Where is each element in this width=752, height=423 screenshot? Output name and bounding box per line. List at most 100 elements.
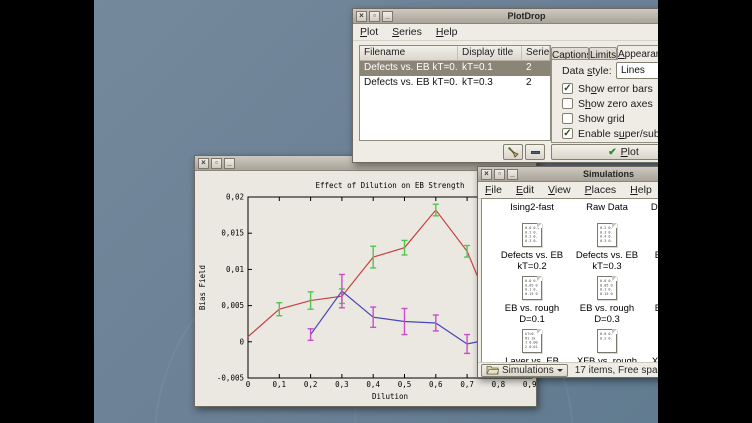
column-header-2[interactable]: Series bbox=[522, 46, 550, 60]
status-bar: Simulations 17 items, Free space: 4.2 GB bbox=[478, 362, 658, 377]
remove-file-button[interactable] bbox=[525, 144, 545, 160]
file-item-defects-vs-eb-kt-0-3[interactable]: 0.2 0. 0.3 0. 0.4 0. 0.3 0. Defects vs. E… bbox=[570, 223, 644, 272]
file-list[interactable]: FilenameDisplay titleSeriesDefects vs. E… bbox=[359, 45, 551, 141]
series-cell: 2 bbox=[522, 61, 550, 76]
plotdrop-menu-series[interactable]: Series bbox=[385, 25, 429, 39]
plotdrop-window: × ▫ _ PlotDrop PlotSeriesHelp FilenameDi… bbox=[352, 8, 658, 163]
checkbox-show-zero-axes[interactable]: Show zero axes bbox=[562, 97, 653, 110]
location-button[interactable]: Simulations bbox=[481, 364, 568, 377]
file-item-xfb-vs-rough[interactable]: 0.0 0. 0.2 0.XFB vs. rough bbox=[570, 329, 644, 363]
svg-text:0,02: 0,02 bbox=[226, 193, 244, 202]
data-style-select[interactable]: Lines bbox=[616, 62, 658, 79]
checkbox-checked-icon[interactable]: ✓ bbox=[562, 128, 573, 139]
svg-text:0,01: 0,01 bbox=[226, 265, 244, 274]
column-header-1[interactable]: Display title bbox=[458, 46, 522, 60]
file-item-label: Defects vs. EBkT=0.2 bbox=[495, 250, 569, 272]
svg-text:0,1: 0,1 bbox=[273, 380, 287, 389]
close-icon[interactable]: × bbox=[198, 158, 209, 169]
column-header-0[interactable]: Filename bbox=[360, 46, 458, 60]
simulations-menu-edit[interactable]: Edit bbox=[509, 183, 541, 197]
file-list-row[interactable]: Defects vs. EB kT=0.3kT=0.32 bbox=[360, 76, 550, 91]
simulations-menu-file[interactable]: File bbox=[478, 183, 509, 197]
display-title-cell: kT=0.3 bbox=[458, 76, 522, 91]
file-item-eb-vs-rough-d-0-6[interactable]: 0.0 0. 0.05 0 0.1 0. 0.15 0EB vs. roughD… bbox=[645, 276, 658, 325]
data-style-label: Data style: bbox=[562, 65, 612, 77]
plotdrop-menu-help[interactable]: Help bbox=[429, 25, 465, 39]
desktop: × ▫ _ Effect of Dilution on EB Strength D… bbox=[94, 0, 658, 423]
file-item-defects-vs-eb-kt-0-1[interactable]: Defects vs. EBkT=0.1 bbox=[645, 202, 658, 224]
svg-text:Effect of Dilution on EB Stren: Effect of Dilution on EB Strength bbox=[315, 181, 464, 190]
simulations-window: × ▫ _ Simulations FileEditViewPlacesHelp… bbox=[477, 166, 658, 378]
data-file-icon: kT=0. #1 1k 1 0.00 2 0.01 bbox=[522, 329, 542, 353]
simulations-menu-help[interactable]: Help bbox=[623, 183, 658, 197]
data-file-icon: 0.0 0. 0.05 0 0.1 0. 0.15 0 bbox=[522, 276, 542, 300]
close-icon[interactable]: × bbox=[481, 169, 492, 180]
file-item-ising2-fast[interactable]: Ising2-fast bbox=[495, 202, 569, 213]
series-cell: 2 bbox=[522, 76, 550, 91]
checkbox-unchecked-icon[interactable] bbox=[562, 113, 573, 124]
svg-text:0: 0 bbox=[239, 337, 244, 346]
svg-text:Bias Field: Bias Field bbox=[198, 265, 207, 310]
svg-text:Dilution: Dilution bbox=[372, 392, 408, 401]
checkbox-label: Enable super/subscripts bbox=[578, 128, 658, 140]
file-item-eb-vs-rough-d-0-1[interactable]: 0.0 0. 0.05 0 0.1 0. 0.15 0EB vs. roughD… bbox=[495, 276, 569, 325]
file-item-eb-vs-rough-d-0-3[interactable]: 0.0 0. 0.05 0 0.1 0. 0.15 0EB vs. roughD… bbox=[570, 276, 644, 325]
file-list-row[interactable]: Defects vs. EB kT=0.1kT=0.12 bbox=[360, 61, 550, 76]
file-item-label: EB vs. roughD=0.6 bbox=[645, 303, 658, 325]
minimize-icon[interactable]: _ bbox=[382, 11, 393, 22]
checkbox-unchecked-icon[interactable] bbox=[562, 98, 573, 109]
data-file-preview-text: 0.0 0. 0.05 0 0.1 0. 0.15 0 bbox=[525, 279, 543, 296]
simulations-menu-view[interactable]: View bbox=[541, 183, 578, 197]
file-item-label: Defects vs. EBkT=0.3 bbox=[570, 250, 644, 272]
svg-text:0,005: 0,005 bbox=[221, 301, 244, 310]
file-item-xfb-vs-rough[interactable]: 0.0 0. 0.05 0 0.1 0. 0.15 0XFB vs. rough bbox=[645, 329, 658, 363]
file-icon-view[interactable]: Ising2-fastRaw DataDefects vs. EBkT=0.10… bbox=[481, 198, 658, 363]
checkbox-checked-icon[interactable]: ✓ bbox=[562, 83, 573, 94]
data-file-icon: 0.0 0. 0.05 0 0.1 0. 0.15 0 bbox=[597, 276, 617, 300]
maximize-icon[interactable]: ▫ bbox=[494, 169, 505, 180]
svg-text:0,9: 0,9 bbox=[523, 380, 536, 389]
simulations-titlebar[interactable]: × ▫ _ Simulations bbox=[478, 167, 658, 182]
file-item-label: Ising2-fast bbox=[495, 202, 569, 213]
simulations-menu-places[interactable]: Places bbox=[578, 183, 624, 197]
minus-icon bbox=[531, 151, 540, 154]
data-file-preview-text: 0.0 0. 0.2 0. bbox=[600, 332, 618, 341]
maximize-icon[interactable]: ▫ bbox=[369, 11, 380, 22]
maximize-icon[interactable]: ▫ bbox=[211, 158, 222, 169]
svg-text:0,3: 0,3 bbox=[335, 380, 349, 389]
data-style-value: Lines bbox=[617, 65, 658, 76]
tab-appearance[interactable]: Appearance bbox=[617, 45, 658, 60]
file-item-eb-vs-rough-d-0-0[interactable]: 0.0 1. 0.05 0 0.1 0. 0.15 0EB vs. roughD… bbox=[645, 223, 658, 272]
file-item-label: Raw Data bbox=[570, 202, 644, 213]
data-file-preview-text: 0.2 0. 0.3 0. 0.4 0. 0.3 0. bbox=[600, 226, 618, 243]
display-title-cell: kT=0.1 bbox=[458, 61, 522, 76]
plot-button[interactable]: ✔ Plot bbox=[551, 144, 658, 160]
svg-text:0,7: 0,7 bbox=[460, 380, 474, 389]
plotdrop-menubar: PlotSeriesHelp bbox=[353, 24, 658, 41]
file-item-layer-vs-eb[interactable]: kT=0. #1 1k 1 0.00 2 0.01Layer vs. EB bbox=[495, 329, 569, 363]
checkbox-label: Show error bars bbox=[578, 83, 653, 95]
clear-list-button[interactable] bbox=[503, 144, 523, 160]
file-item-label: Defects vs. EBkT=0.1 bbox=[645, 202, 658, 224]
plotdrop-titlebar[interactable]: × ▫ _ PlotDrop bbox=[353, 9, 658, 24]
check-icon: ✔ bbox=[608, 147, 616, 158]
checkbox-show-grid[interactable]: Show grid bbox=[562, 112, 625, 125]
svg-text:0,5: 0,5 bbox=[398, 380, 412, 389]
close-icon[interactable]: × bbox=[356, 11, 367, 22]
plot-button-label: Plot bbox=[621, 146, 639, 158]
file-item-label: EB vs. roughD=0.0 bbox=[645, 250, 658, 272]
checkbox-enable-super-subscripts[interactable]: ✓ Enable super/subscripts bbox=[562, 127, 658, 140]
chevron-down-icon bbox=[557, 369, 563, 372]
svg-text:0,015: 0,015 bbox=[221, 229, 244, 238]
file-item-defects-vs-eb-kt-0-2[interactable]: 0.0 0.2 0.1 0. 0.2 0. 0.3 0.Defects vs. … bbox=[495, 223, 569, 272]
minimize-icon[interactable]: _ bbox=[507, 169, 518, 180]
svg-text:0: 0 bbox=[246, 380, 251, 389]
checkbox-show-error-bars[interactable]: ✓ Show error bars bbox=[562, 82, 653, 95]
plotdrop-menu-plot[interactable]: Plot bbox=[353, 25, 385, 39]
file-item-raw-data[interactable]: Raw Data bbox=[570, 202, 644, 213]
filename-cell: Defects vs. EB kT=0.3 bbox=[360, 76, 458, 91]
window-title: Simulations bbox=[478, 169, 658, 179]
window-title: PlotDrop bbox=[353, 11, 658, 21]
location-label: Simulations bbox=[502, 365, 554, 376]
minimize-icon[interactable]: _ bbox=[224, 158, 235, 169]
